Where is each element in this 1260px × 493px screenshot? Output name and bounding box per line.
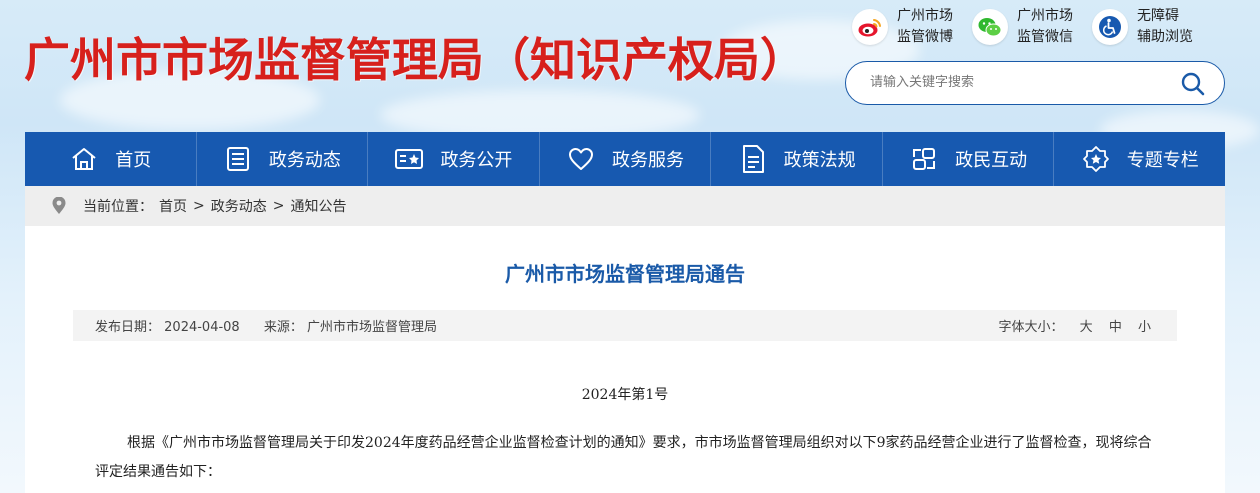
accessibility-label-line1: 无障碍	[1137, 8, 1179, 24]
nav-label-home: 首页	[115, 150, 152, 171]
nav-label-open-gov: 政务公开	[440, 150, 513, 171]
search-input[interactable]	[870, 62, 1170, 103]
open-gov-icon	[394, 144, 424, 174]
breadcrumb: 当前位置： 首页 > 政务动态 > 通知公告	[25, 186, 1225, 226]
accessibility-link[interactable]: 无障碍 辅助浏览	[1092, 6, 1212, 48]
nav-item-policy[interactable]: 政策法规	[711, 132, 883, 186]
publish-date: 2024-04-08	[164, 320, 240, 335]
article-paragraph: 根据《广州市市场监督管理局关于印发2024年度药品经营企业监督检查计划的通知》要…	[95, 435, 1152, 480]
font-size-large[interactable]: 大	[1080, 320, 1093, 335]
search-button[interactable]	[1180, 71, 1206, 97]
nav-label-special: 专题专栏	[1126, 150, 1199, 171]
quick-links: 广州市场 监管微博 广州市场 监管微信 无障碍 辅助浏览	[852, 6, 1212, 48]
breadcrumb-news[interactable]: 政务动态	[211, 196, 267, 216]
weibo-label-line1: 广州市场	[897, 8, 953, 24]
weibo-link[interactable]: 广州市场 监管微博	[852, 6, 972, 48]
star-badge-icon	[1081, 144, 1111, 174]
font-size-small[interactable]: 小	[1138, 320, 1151, 335]
font-size-medium[interactable]: 中	[1109, 320, 1122, 335]
wechat-label-line1: 广州市场	[1017, 8, 1073, 24]
nav-item-home[interactable]: 首页	[25, 132, 197, 186]
accessibility-icon	[1092, 9, 1128, 45]
source-label: 来源：	[263, 320, 303, 335]
nav-item-service[interactable]: 政务服务	[540, 132, 712, 186]
breadcrumb-prefix: 当前位置：	[83, 199, 153, 215]
nav-item-special[interactable]: 专题专栏	[1054, 132, 1225, 186]
nav-item-interaction[interactable]: 政民互动	[883, 132, 1055, 186]
breadcrumb-home[interactable]: 首页	[159, 196, 187, 216]
publish-date-label: 发布日期：	[95, 320, 161, 335]
article-meta-bar: 发布日期： 2024-04-08 来源： 广州市市场监督管理局 字体大小： 大 …	[73, 310, 1177, 341]
article-content: 广州市市场监督管理局通告 发布日期： 2024-04-08 来源： 广州市市场监…	[25, 226, 1225, 493]
weibo-icon	[852, 9, 888, 45]
site-title: 广州市市场监督管理局（知识产权局）	[24, 33, 806, 87]
article-title: 广州市市场监督管理局通告	[505, 262, 745, 286]
breadcrumb-separator: >	[272, 198, 285, 214]
weibo-label-line2: 监管微博	[897, 29, 953, 45]
interaction-icon	[909, 144, 939, 174]
location-pin-icon	[52, 197, 66, 214]
main-nav: 首页 政务动态 政务公开 政务服务 政策法规 政民互动 专题专栏	[25, 132, 1225, 186]
search-icon	[1181, 72, 1205, 96]
heart-icon	[566, 144, 596, 174]
home-icon	[69, 144, 99, 174]
breadcrumb-separator: >	[193, 198, 205, 214]
nav-label-interaction: 政民互动	[955, 150, 1028, 171]
search-box	[845, 61, 1225, 105]
source: 广州市市场监督管理局	[307, 320, 438, 335]
news-icon	[223, 144, 253, 174]
wechat-link[interactable]: 广州市场 监管微信	[972, 6, 1092, 48]
nav-label-service: 政务服务	[612, 150, 685, 171]
document-icon	[738, 144, 768, 174]
wechat-label-line2: 监管微信	[1017, 29, 1073, 45]
font-size-label: 字体大小：	[998, 320, 1064, 335]
nav-label-news: 政务动态	[268, 150, 341, 171]
document-number: 2024年第1号	[581, 387, 669, 403]
breadcrumb-notices[interactable]: 通知公告	[290, 196, 346, 216]
nav-item-news[interactable]: 政务动态	[197, 132, 369, 186]
nav-item-open-gov[interactable]: 政务公开	[368, 132, 540, 186]
nav-label-policy: 政策法规	[783, 150, 856, 171]
wechat-icon	[972, 9, 1008, 45]
accessibility-label-line2: 辅助浏览	[1137, 29, 1193, 45]
